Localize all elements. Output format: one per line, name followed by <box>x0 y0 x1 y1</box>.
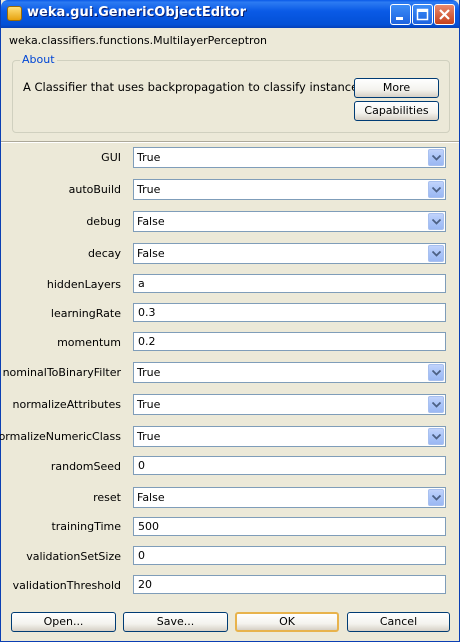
about-description: A Classifier that uses backpropagation t… <box>23 80 368 94</box>
normalizenumericclass-value: True <box>137 430 161 443</box>
debug-select[interactable]: False <box>133 211 446 232</box>
save-button[interactable]: Save... <box>123 612 228 632</box>
decay-select[interactable]: False <box>133 243 446 264</box>
normalizeattributes-select[interactable]: True <box>133 394 446 415</box>
app-icon <box>7 6 22 21</box>
randomseed-value: 0 <box>138 459 145 472</box>
property-label-validationsetsize: validationSetSize <box>26 550 121 563</box>
about-legend: About <box>20 53 57 66</box>
more-button[interactable]: More <box>354 78 439 98</box>
about-panel: About A Classifier that uses backpropaga… <box>12 53 450 133</box>
maximize-icon <box>416 8 429 21</box>
nominaltobinaryfilter-select[interactable]: True <box>133 362 446 383</box>
dropdown-arrow-icon[interactable] <box>428 149 444 166</box>
property-label-normalizeattributes: normalizeAttributes <box>12 398 121 411</box>
randomseed-input[interactable]: 0 <box>133 456 446 475</box>
ok-button[interactable]: OK <box>235 612 339 632</box>
validationsetsize-input[interactable]: 0 <box>133 546 446 565</box>
close-button[interactable] <box>434 4 455 25</box>
property-label-randomseed: randomSeed <box>50 460 121 473</box>
gui-value: True <box>137 151 161 164</box>
trainingtime-input[interactable]: 500 <box>133 517 446 536</box>
momentum-input[interactable]: 0.2 <box>133 332 446 351</box>
decay-value: False <box>137 247 165 260</box>
reset-value: False <box>137 491 165 504</box>
property-label-nominaltobinaryfilter: nominalToBinaryFilter <box>2 366 121 379</box>
learningrate-input[interactable]: 0.3 <box>133 303 446 322</box>
dropdown-arrow-icon[interactable] <box>428 181 444 198</box>
autobuild-value: True <box>137 183 161 196</box>
dropdown-arrow-icon[interactable] <box>428 489 444 506</box>
separator <box>1 141 459 143</box>
minimize-icon <box>396 17 403 20</box>
validationthreshold-value: 20 <box>138 578 152 591</box>
generic-object-editor-window: weka.gui.GenericObjectEditor weka.classi… <box>0 0 460 642</box>
hiddenlayers-input[interactable]: a <box>133 274 446 293</box>
property-label-gui: GUI <box>101 151 121 164</box>
normalizenumericclass-select[interactable]: True <box>133 426 446 447</box>
dropdown-arrow-icon[interactable] <box>428 428 444 445</box>
validationthreshold-input[interactable]: 20 <box>133 575 446 594</box>
window-title: weka.gui.GenericObjectEditor <box>27 5 247 20</box>
maximize-button[interactable] <box>412 4 433 25</box>
nominaltobinaryfilter-value: True <box>137 366 161 379</box>
dropdown-arrow-icon[interactable] <box>428 364 444 381</box>
debug-value: False <box>137 215 165 228</box>
close-icon <box>439 9 450 20</box>
classifier-name: weka.classifiers.functions.MultilayerPer… <box>9 34 268 47</box>
property-label-normalizenumericclass: normalizeNumericClass <box>0 430 121 443</box>
dropdown-arrow-icon[interactable] <box>428 213 444 230</box>
title-bar[interactable]: weka.gui.GenericObjectEditor <box>1 0 459 28</box>
dropdown-arrow-icon[interactable] <box>428 245 444 262</box>
autobuild-select[interactable]: True <box>133 179 446 200</box>
property-label-autobuild: autoBuild <box>68 183 121 196</box>
property-label-learningrate: learningRate <box>50 307 121 320</box>
capabilities-button[interactable]: Capabilities <box>354 101 439 121</box>
dropdown-arrow-icon[interactable] <box>428 396 444 413</box>
hiddenlayers-value: a <box>138 277 145 290</box>
property-label-debug: debug <box>86 215 121 228</box>
open-button[interactable]: Open... <box>11 612 116 632</box>
normalizeattributes-value: True <box>137 398 161 411</box>
reset-select[interactable]: False <box>133 487 446 508</box>
property-label-hiddenlayers: hiddenLayers <box>46 278 121 291</box>
cancel-button[interactable]: Cancel <box>347 612 450 632</box>
learningrate-value: 0.3 <box>138 306 156 319</box>
momentum-value: 0.2 <box>138 335 156 348</box>
property-label-reset: reset <box>93 491 121 504</box>
property-label-momentum: momentum <box>57 336 121 349</box>
property-label-validationthreshold: validationThreshold <box>12 579 121 592</box>
minimize-button[interactable] <box>390 4 411 25</box>
property-label-trainingtime: trainingTime <box>51 520 121 533</box>
validationsetsize-value: 0 <box>138 549 145 562</box>
trainingtime-value: 500 <box>138 520 159 533</box>
property-label-decay: decay <box>87 247 121 260</box>
gui-select[interactable]: True <box>133 147 446 168</box>
